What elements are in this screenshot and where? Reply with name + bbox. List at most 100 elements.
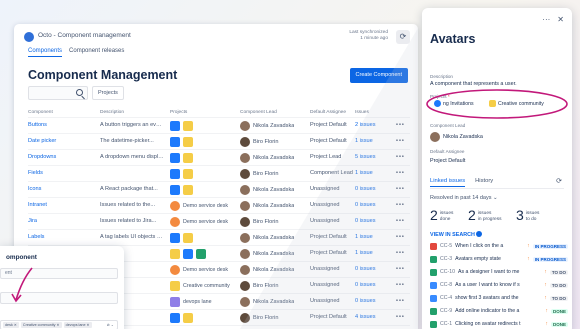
resolved-filter[interactable]: Resolved in past 14 days ⌄	[430, 195, 498, 201]
lead-cell[interactable]: Nikola Zavadska	[240, 232, 320, 244]
lead-cell[interactable]: Nikola Zavadska	[240, 296, 320, 308]
name-field[interactable]: ent	[0, 268, 118, 279]
assignee-cell[interactable]: Unassigned	[310, 186, 360, 192]
table-row[interactable]: Icons A React package that... Nikola Zavad…	[28, 181, 410, 197]
lead-cell[interactable]: Biro Florin	[240, 168, 320, 180]
status-badge[interactable]: DONE	[550, 321, 568, 327]
assignee-cell[interactable]: Project Lead	[310, 154, 360, 160]
project-chip-creative-community[interactable]: Creative community	[489, 100, 544, 107]
table-row[interactable]: Jira Issues related to Jira... Demo servic…	[28, 213, 410, 229]
component-title[interactable]: Avatars	[430, 32, 475, 46]
table-row[interactable]: Buttons A button triggers an event... Niko…	[28, 117, 410, 133]
lead-cell[interactable]: Nikola Zavadska	[240, 120, 320, 132]
projects-select[interactable]: desk ✕ Creative community ✕ devops lane …	[0, 320, 118, 329]
row-more-actions-icon[interactable]: •••	[396, 122, 408, 128]
assignee-cell[interactable]: Project Default	[310, 138, 360, 144]
more-actions-icon[interactable]: ···	[542, 15, 550, 24]
assignee-cell[interactable]: Unassigned	[310, 202, 360, 208]
issues-link[interactable]: 2 issues	[355, 122, 395, 128]
linked-issue-row[interactable]: CC-1 Clicking on avatar redirects t ↑ DONE	[430, 318, 568, 329]
status-badge[interactable]: TO DO	[549, 295, 568, 301]
component-name-link[interactable]: Jira	[28, 218, 108, 224]
row-more-actions-icon[interactable]: •••	[396, 186, 408, 192]
issue-key[interactable]: CC-3	[440, 256, 452, 262]
assignee-cell[interactable]: Project Default	[310, 250, 360, 256]
assignee-cell[interactable]: Unassigned	[310, 298, 360, 304]
linked-issue-row[interactable]: CC-4 show first 3 avatars and the ↑ TO DO	[430, 292, 568, 304]
view-in-search-link[interactable]: VIEW IN SEARCH	[430, 231, 483, 238]
issues-link[interactable]: 0 issues	[355, 186, 395, 192]
lead-cell[interactable]: Nikola Zavadska	[240, 152, 320, 164]
issues-link[interactable]: 0 issues	[355, 202, 395, 208]
linked-issue-row[interactable]: CC-3 Avatars empty state ↑ IN PROGRESS	[430, 253, 568, 265]
lead-cell[interactable]: Biro Florin	[240, 136, 320, 148]
linked-issue-row[interactable]: CC-5 When I click on the a ↑ IN PROGRESS	[430, 240, 568, 252]
description-field[interactable]	[0, 292, 118, 304]
header-component-lead[interactable]: Component Lead	[240, 110, 277, 115]
issue-key[interactable]: CC-9	[440, 308, 452, 314]
assignee-cell[interactable]: Unassigned	[310, 218, 360, 224]
row-more-actions-icon[interactable]: •••	[396, 202, 408, 208]
table-row[interactable]: Labels A tag labels UI objects for... Niko…	[28, 229, 410, 245]
issues-link[interactable]: 1 issue	[355, 250, 395, 256]
row-more-actions-icon[interactable]: •••	[396, 170, 408, 176]
component-name-link[interactable]: Date picker	[28, 138, 108, 144]
tab-components[interactable]: Components	[28, 48, 63, 57]
status-badge[interactable]: TO DO	[549, 282, 568, 288]
lead-cell[interactable]: Biro Florin	[240, 280, 320, 292]
status-badge[interactable]: DONE	[550, 308, 568, 314]
assignee-cell[interactable]: Unassigned	[310, 266, 360, 272]
assignee-cell[interactable]: Component Lead	[310, 170, 360, 176]
row-more-actions-icon[interactable]: •••	[396, 250, 408, 256]
tab-component-releases[interactable]: Component releases	[69, 48, 124, 57]
issue-key[interactable]: CC-5	[440, 243, 452, 249]
row-more-actions-icon[interactable]: •••	[396, 138, 408, 144]
sync-refresh-icon[interactable]: ⟳	[396, 30, 410, 44]
lead-cell[interactable]: Biro Florin	[240, 312, 320, 324]
component-name-link[interactable]: Fields	[28, 170, 108, 176]
row-more-actions-icon[interactable]: •••	[396, 314, 408, 320]
table-row[interactable]: Fields Biro Florin Component Lead 1 issue ••…	[28, 165, 410, 181]
tab-linked-issues[interactable]: Linked issues	[430, 178, 466, 187]
issues-link[interactable]: 1 issue	[355, 234, 395, 240]
status-badge[interactable]: TO DO	[549, 269, 568, 275]
issues-link[interactable]: 0 issues	[355, 218, 395, 224]
issues-link[interactable]: 0 issues	[355, 282, 395, 288]
lead-cell[interactable]: Nikola Zavadska	[240, 200, 320, 212]
issues-link[interactable]: 4 issues	[355, 314, 395, 320]
linked-issue-row[interactable]: CC-8 As a user I want to know if s ↑ TO DO	[430, 279, 568, 291]
component-name-link[interactable]: Intranet	[28, 202, 108, 208]
table-row[interactable]: Date picker The datetime-picker... Biro Fl…	[28, 133, 410, 149]
assignee-field[interactable]: Project Default	[430, 158, 465, 164]
row-more-actions-icon[interactable]: •••	[396, 154, 408, 160]
row-more-actions-icon[interactable]: •••	[396, 234, 408, 240]
header-component[interactable]: Component	[28, 110, 108, 115]
component-name-link[interactable]: Icons	[28, 186, 108, 192]
linked-issue-row[interactable]: CC-9 Add online indicator to the a ↑ DONE	[430, 305, 568, 317]
component-name-link[interactable]: Dropdowns	[28, 154, 108, 160]
issues-link[interactable]: 0 issues	[355, 266, 395, 272]
status-badge[interactable]: IN PROGRESS	[532, 256, 568, 262]
table-row[interactable]: Dropdowns A dropdown menu display... Nikol…	[28, 149, 410, 165]
create-component-button[interactable]: Create Component	[349, 68, 408, 83]
issue-key[interactable]: CC-1	[440, 321, 452, 327]
lead-cell[interactable]: Nikola Zavadska	[240, 264, 320, 276]
issue-key[interactable]: CC-8	[440, 282, 452, 288]
assignee-cell[interactable]: Project Default	[310, 314, 360, 320]
component-name-link[interactable]: Labels	[28, 234, 108, 240]
assignee-cell[interactable]: Project Default	[310, 122, 360, 128]
component-name-link[interactable]: Buttons	[28, 122, 108, 128]
projects-filter-button[interactable]: Projects	[92, 86, 124, 100]
lead-cell[interactable]: Biro Florin	[240, 216, 320, 228]
assignee-cell[interactable]: Unassigned	[310, 282, 360, 288]
issue-key[interactable]: CC-10	[440, 269, 455, 275]
issue-key[interactable]: CC-4	[440, 295, 452, 301]
row-more-actions-icon[interactable]: •••	[396, 266, 408, 272]
status-badge[interactable]: IN PROGRESS	[532, 243, 568, 249]
issues-link[interactable]: 5 issues	[355, 154, 395, 160]
lead-field[interactable]: Nikola Zavadska	[430, 132, 483, 142]
lead-cell[interactable]: Nikola Zavadska	[240, 248, 320, 260]
linked-issue-row[interactable]: CC-10 As a designer I want to me ↑ TO DO	[430, 266, 568, 278]
description-field[interactable]: A component that represents a user.	[430, 81, 566, 87]
assignee-cell[interactable]: Project Default	[310, 234, 360, 240]
